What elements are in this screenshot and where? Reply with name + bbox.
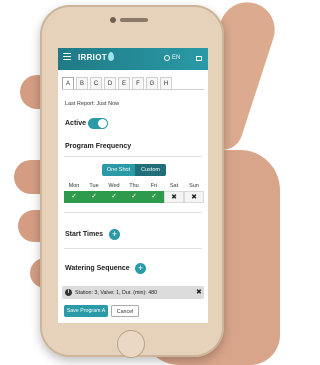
water-drop-icon xyxy=(108,52,114,61)
alert-text: Station: 3, Valve: 1, Dur. (min): 480 xyxy=(75,289,158,296)
hamburger-menu-icon[interactable] xyxy=(63,53,71,60)
tab-b[interactable]: B xyxy=(76,77,88,89)
add-watering-step-button[interactable]: + xyxy=(135,263,146,274)
day-toggle-wed[interactable]: ✓ xyxy=(104,191,124,203)
camera-icon xyxy=(110,17,116,23)
divider xyxy=(64,212,202,213)
speaker-grill xyxy=(120,18,148,22)
toggle-knob xyxy=(98,119,107,128)
watering-sequence-title: Watering Sequence xyxy=(65,265,130,272)
app-header: IRRIOT EN xyxy=(58,48,208,70)
active-label: Active xyxy=(65,120,87,127)
day-toggle-tue[interactable]: ✓ xyxy=(84,191,104,203)
day-label-thu: Thu xyxy=(129,183,139,189)
day-toggle-mon[interactable]: ✓ xyxy=(64,191,84,203)
tab-c[interactable]: C xyxy=(90,77,102,89)
day-label-mon: Mon xyxy=(68,183,80,189)
day-label-fri: Fri xyxy=(150,183,158,189)
info-icon: i xyxy=(65,289,72,296)
divider xyxy=(64,156,202,157)
tab-d[interactable]: D xyxy=(104,77,116,89)
globe-icon[interactable] xyxy=(164,55,170,61)
last-report: Last Report: Just Now xyxy=(65,101,120,107)
start-times-title: Start Times xyxy=(65,231,103,238)
phone-device: IRRIOT EN A B C D E F G H Last Report: J… xyxy=(40,5,224,358)
cancel-button[interactable]: Cancel xyxy=(111,305,139,317)
day-toggle-sat[interactable]: ✖ xyxy=(164,191,184,203)
home-button[interactable] xyxy=(117,330,145,358)
tabs-divider xyxy=(62,89,204,90)
tab-f[interactable]: F xyxy=(132,77,144,89)
add-start-time-button[interactable]: + xyxy=(109,229,120,240)
tab-h[interactable]: H xyxy=(160,77,172,89)
close-icon[interactable]: ✖ xyxy=(196,288,202,296)
day-toggle-sun[interactable]: ✖ xyxy=(184,191,204,203)
divider xyxy=(64,248,202,249)
one-shot-button[interactable]: One Shot xyxy=(102,164,135,176)
day-label-sat: Sat xyxy=(169,183,179,189)
custom-button[interactable]: Custom xyxy=(135,164,166,176)
station-alert: i Station: 3, Valve: 1, Dur. (min): 480 … xyxy=(62,286,204,299)
day-toggle-thu[interactable]: ✓ xyxy=(124,191,144,203)
exit-icon[interactable] xyxy=(196,56,202,61)
tab-e[interactable]: E xyxy=(118,77,130,89)
day-label-wed: Wed xyxy=(108,183,120,189)
save-program-button[interactable]: Save Program A xyxy=(64,305,108,317)
active-toggle[interactable] xyxy=(88,118,108,129)
brand-logo: IRRIOT xyxy=(78,53,107,62)
program-frequency-title: Program Frequency xyxy=(65,143,132,150)
language-selector[interactable]: EN xyxy=(172,55,180,61)
day-label-sun: Sun xyxy=(189,183,199,189)
day-label-tue: Tue xyxy=(89,183,99,189)
app-screen: IRRIOT EN A B C D E F G H Last Report: J… xyxy=(58,48,208,323)
day-toggle-fri[interactable]: ✓ xyxy=(144,191,164,203)
tab-g[interactable]: G xyxy=(146,77,158,89)
